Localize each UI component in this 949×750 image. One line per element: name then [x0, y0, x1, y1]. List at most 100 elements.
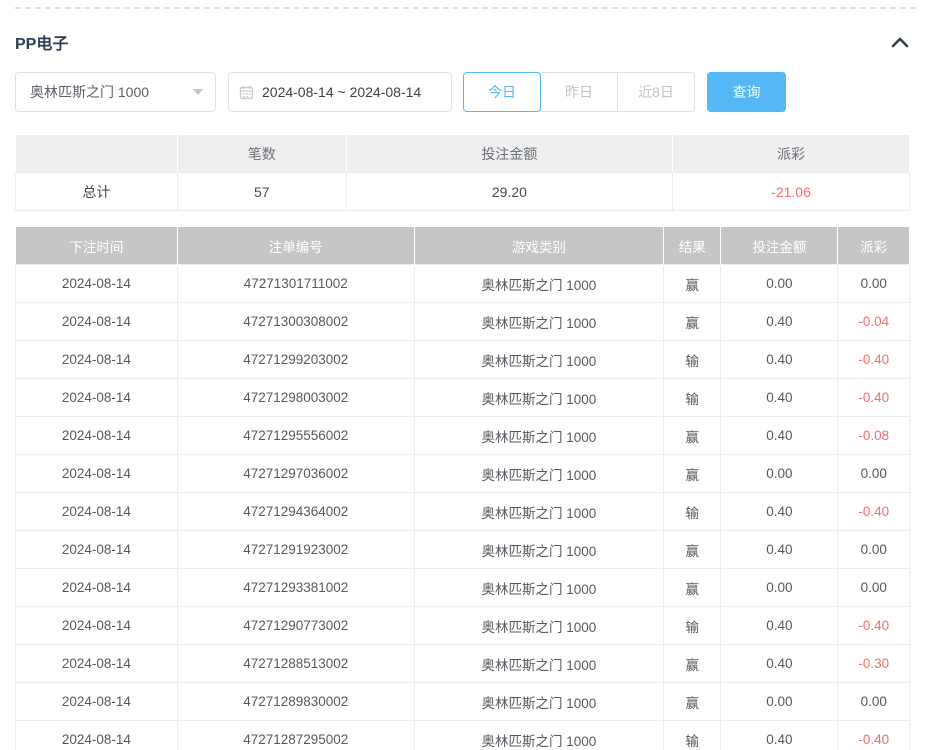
table-cell: 输 [664, 721, 721, 750]
table-row: 2024-08-1447271287295002奥林匹斯之门 1000输0.40… [16, 721, 910, 750]
chevron-up-icon[interactable] [890, 35, 910, 49]
table-cell: 奥林匹斯之门 1000 [414, 569, 663, 607]
table-cell: 47271298003002 [177, 379, 414, 417]
chevron-down-icon [193, 89, 203, 95]
table-cell: 0.00 [721, 569, 838, 607]
table-row: 2024-08-1447271290773002奥林匹斯之门 1000输0.40… [16, 607, 910, 645]
table-cell: 0.00 [838, 531, 910, 569]
column-header: 注单编号 [177, 227, 414, 265]
table-cell: 0.00 [838, 569, 910, 607]
table-cell: 奥林匹斯之门 1000 [414, 455, 663, 493]
table-cell: 0.40 [721, 721, 838, 750]
table-cell: 赢 [664, 265, 721, 303]
column-header: 笔数 [177, 135, 346, 173]
table-cell: 赢 [664, 531, 721, 569]
calendar-icon [239, 85, 254, 100]
table-cell: 47271293381002 [177, 569, 414, 607]
table-cell: 0.40 [721, 531, 838, 569]
table-cell: 总计 [16, 173, 178, 211]
table-cell: -0.40 [838, 721, 910, 750]
table-cell: 奥林匹斯之门 1000 [414, 265, 663, 303]
table-cell: 2024-08-14 [16, 417, 178, 455]
table-cell: 47271299203002 [177, 341, 414, 379]
game-select-value: 奥林匹斯之门 1000 [30, 82, 149, 102]
table-cell: 奥林匹斯之门 1000 [414, 683, 663, 721]
table-cell: 47271301711002 [177, 265, 414, 303]
table-cell: 0.40 [721, 645, 838, 683]
table-cell: 29.20 [346, 173, 672, 211]
table-cell: 0.40 [721, 341, 838, 379]
column-header: 投注金额 [721, 227, 838, 265]
table-cell: 0.40 [721, 303, 838, 341]
table-cell: -0.40 [838, 341, 910, 379]
table-cell: 2024-08-14 [16, 607, 178, 645]
table-cell: 奥林匹斯之门 1000 [414, 721, 663, 750]
table-cell: 47271291923002 [177, 531, 414, 569]
table-row: 2024-08-1447271300308002奥林匹斯之门 1000赢0.40… [16, 303, 910, 341]
table-cell: 2024-08-14 [16, 569, 178, 607]
table-cell: 2024-08-14 [16, 721, 178, 750]
table-cell: 输 [664, 607, 721, 645]
table-cell: 输 [664, 379, 721, 417]
filter-bar: 奥林匹斯之门 1000 2024-08-14 ~ 2024-08-14 [15, 72, 910, 112]
table-cell: 0.00 [838, 683, 910, 721]
table-cell: -0.40 [838, 379, 910, 417]
table-cell: 2024-08-14 [16, 683, 178, 721]
table-row: 总计5729.20-21.06 [16, 173, 910, 211]
table-cell: 0.40 [721, 493, 838, 531]
table-cell: 0.00 [721, 265, 838, 303]
table-cell: 47271287295002 [177, 721, 414, 750]
table-cell: 2024-08-14 [16, 265, 178, 303]
column-header: 结果 [664, 227, 721, 265]
table-cell: 0.40 [721, 417, 838, 455]
quick-range-button-1[interactable]: 昨日 [540, 72, 618, 112]
table-cell: 2024-08-14 [16, 493, 178, 531]
section-divider [15, 7, 916, 9]
column-header: 派彩 [673, 135, 910, 173]
column-header: 派彩 [838, 227, 910, 265]
table-cell: 2024-08-14 [16, 645, 178, 683]
search-button[interactable]: 查询 [707, 72, 786, 112]
table-row: 2024-08-1447271297036002奥林匹斯之门 1000赢0.00… [16, 455, 910, 493]
table-cell: 0.40 [721, 607, 838, 645]
table-cell: 奥林匹斯之门 1000 [414, 341, 663, 379]
table-cell: 2024-08-14 [16, 379, 178, 417]
table-cell: 57 [177, 173, 346, 211]
column-header: 下注时间 [16, 227, 178, 265]
table-cell: -0.40 [838, 493, 910, 531]
game-select[interactable]: 奥林匹斯之门 1000 [15, 72, 216, 112]
table-row: 2024-08-1447271294364002奥林匹斯之门 1000输0.40… [16, 493, 910, 531]
table-cell: 奥林匹斯之门 1000 [414, 417, 663, 455]
table-cell: -0.08 [838, 417, 910, 455]
table-cell: 赢 [664, 569, 721, 607]
table-row: 2024-08-1447271289830002奥林匹斯之门 1000赢0.00… [16, 683, 910, 721]
table-cell: -0.40 [838, 607, 910, 645]
quick-range-group: 今日昨日近8日 [463, 72, 695, 112]
bet-table: 下注时间注单编号游戏类别结果投注金额派彩2024-08-144727130171… [15, 226, 910, 750]
table-cell: 奥林匹斯之门 1000 [414, 645, 663, 683]
quick-range-button-0[interactable]: 今日 [463, 72, 541, 112]
date-range-input[interactable]: 2024-08-14 ~ 2024-08-14 [228, 72, 452, 112]
table-cell: 47271288513002 [177, 645, 414, 683]
table-cell: -0.04 [838, 303, 910, 341]
table-cell: 2024-08-14 [16, 303, 178, 341]
table-row: 2024-08-1447271288513002奥林匹斯之门 1000赢0.40… [16, 645, 910, 683]
table-cell: -21.06 [673, 173, 910, 211]
table-cell: 47271300308002 [177, 303, 414, 341]
table-row: 2024-08-1447271299203002奥林匹斯之门 1000输0.40… [16, 341, 910, 379]
table-cell: 47271294364002 [177, 493, 414, 531]
table-row: 2024-08-1447271291923002奥林匹斯之门 1000赢0.40… [16, 531, 910, 569]
table-cell: 奥林匹斯之门 1000 [414, 379, 663, 417]
quick-range-button-2[interactable]: 近8日 [617, 72, 695, 112]
table-cell: 0.40 [721, 379, 838, 417]
date-range-value: 2024-08-14 ~ 2024-08-14 [262, 84, 421, 100]
table-row: 2024-08-1447271293381002奥林匹斯之门 1000赢0.00… [16, 569, 910, 607]
table-cell: 赢 [664, 417, 721, 455]
table-cell: 输 [664, 341, 721, 379]
summary-table: 笔数投注金额派彩总计5729.20-21.06 [15, 134, 910, 211]
table-cell: 47271297036002 [177, 455, 414, 493]
table-cell: 奥林匹斯之门 1000 [414, 303, 663, 341]
table-cell: 47271295556002 [177, 417, 414, 455]
table-cell: 奥林匹斯之门 1000 [414, 493, 663, 531]
table-cell: 0.00 [721, 455, 838, 493]
